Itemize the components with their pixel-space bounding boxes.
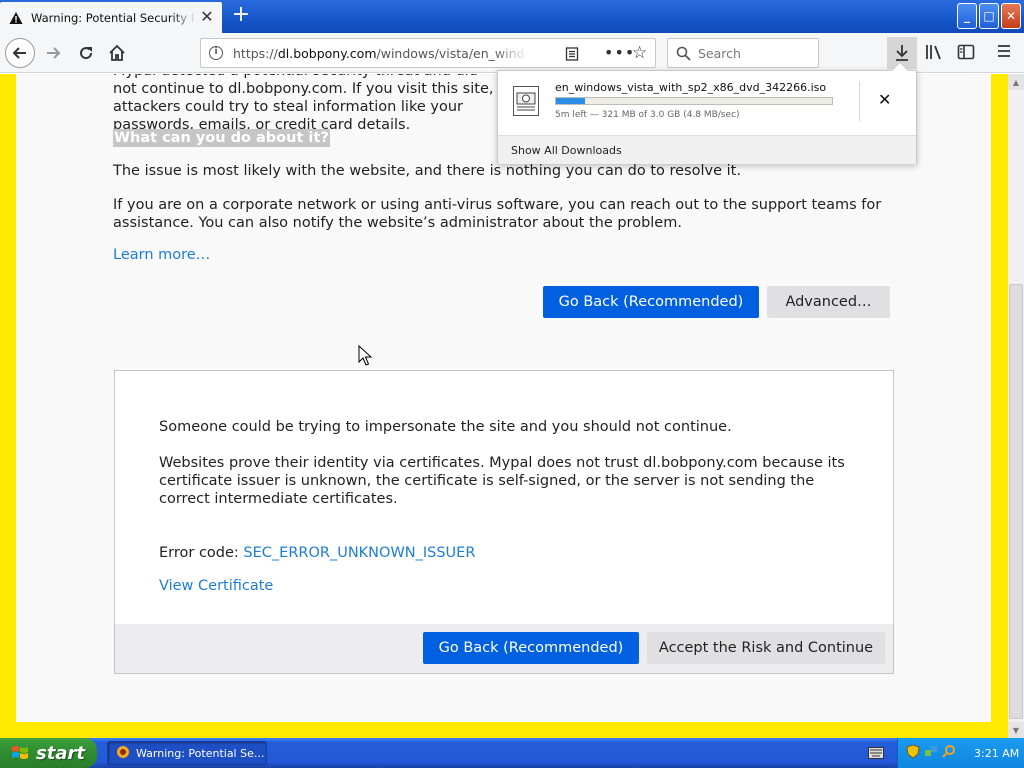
browser-app-icon — [116, 745, 130, 762]
disc-image-file-icon — [513, 86, 539, 116]
download-status: 5m left — 321 MB of 3.0 GB (4.8 MB/sec) — [555, 110, 740, 120]
download-progress-bar — [555, 97, 833, 105]
url-host: dl.bobpony.com — [277, 46, 377, 61]
home-button[interactable] — [103, 39, 131, 67]
advanced-panel-footer: Go Back (Recommended) Accept the Risk an… — [115, 624, 893, 673]
maximize-button[interactable]: □ — [979, 3, 999, 29]
warning-border-left — [0, 74, 16, 738]
network-icon[interactable] — [924, 744, 938, 762]
issue-text: The issue is most likely with the websit… — [113, 163, 741, 179]
new-tab-button[interactable]: + — [230, 4, 252, 26]
go-back-button-advanced[interactable]: Go Back (Recommended) — [423, 632, 639, 664]
keyboard-icon[interactable] — [868, 747, 884, 763]
page-actions-menu-icon[interactable]: ••• — [604, 43, 635, 62]
url-prefix: https:// — [233, 46, 278, 61]
reload-icon — [80, 47, 93, 60]
search-placeholder: Search — [698, 46, 741, 61]
windows-flag-icon — [12, 746, 28, 759]
search-icon — [676, 46, 691, 65]
mouse-cursor-icon — [358, 344, 373, 371]
start-label: start — [36, 742, 85, 764]
reload-button[interactable] — [72, 39, 100, 67]
url-path: /windows/vista/en_windows_vista — [376, 46, 528, 61]
close-button[interactable]: ✕ — [1001, 3, 1021, 29]
taskbar-window-button[interactable]: Warning: Potential Se... — [107, 741, 267, 765]
page-viewport: Mypal detected a potential security thre… — [0, 74, 1008, 738]
learn-more-link[interactable]: Learn more… — [113, 247, 210, 263]
minimize-button[interactable]: _ — [957, 3, 977, 29]
cancel-download-icon[interactable]: ✕ — [878, 90, 891, 109]
go-back-button[interactable]: Go Back (Recommended) — [543, 286, 759, 318]
advanced-button[interactable]: Advanced… — [767, 286, 890, 318]
impersonate-warning-text: Someone could be trying to impersonate t… — [159, 419, 732, 435]
intro-text: Mypal detected a potential security thre… — [113, 74, 494, 133]
site-info-icon[interactable]: i — [209, 46, 223, 60]
corporate-network-text: If you are on a corporate network or usi… — [113, 197, 882, 231]
system-tray: 3:21 AM — [897, 738, 1024, 768]
forward-button[interactable] — [39, 39, 67, 67]
back-button[interactable] — [5, 38, 35, 68]
search-bar[interactable]: Search — [667, 38, 819, 68]
magnifier-icon[interactable] — [942, 744, 956, 762]
security-shield-icon[interactable] — [906, 744, 920, 763]
error-code-link[interactable]: SEC_ERROR_UNKNOWN_ISSUER — [243, 545, 475, 561]
clock: 3:21 AM — [974, 746, 1020, 760]
certificate-explanation-text: Websites prove their identity via certif… — [159, 455, 845, 507]
tab-security-warning[interactable]: Warning: Potential Security Risk Ahead ✕ — [0, 2, 222, 33]
back-arrow-icon — [12, 47, 26, 59]
star-icon[interactable]: ☆ — [632, 43, 647, 63]
window-controls: _ □ ✕ — [957, 3, 1021, 29]
url-text[interactable]: https://dl.bobpony.com/windows/vista/en_… — [233, 46, 528, 61]
view-certificate-link[interactable]: View Certificate — [159, 577, 273, 595]
download-separator — [859, 81, 860, 121]
reader-view-icon[interactable] — [565, 47, 579, 65]
warning-border-right — [991, 74, 1008, 738]
show-all-downloads-button[interactable]: Show All Downloads — [498, 135, 916, 164]
forward-arrow-icon — [47, 47, 61, 59]
download-file-name[interactable]: en_windows_vista_with_sp2_x86_dvd_342266… — [555, 81, 826, 94]
error-code-label: Error code: — [159, 545, 244, 561]
taskbar-window-title: Warning: Potential Se... — [136, 746, 265, 760]
navigation-bar: i https://dl.bobpony.com/windows/vista/e… — [0, 33, 1024, 73]
warning-triangle-icon — [9, 11, 23, 25]
tab-title: Warning: Potential Security Risk Ahead — [31, 10, 196, 25]
taskbar: start Warning: Potential Se... 3:21 AM — [0, 738, 1024, 768]
sidebar-icon[interactable] — [957, 43, 975, 65]
scroll-up-button[interactable]: ▲ — [1008, 74, 1024, 90]
download-arrow-icon — [896, 45, 908, 61]
advanced-panel: Someone could be trying to impersonate t… — [114, 370, 894, 674]
home-icon — [109, 44, 125, 61]
start-button[interactable]: start — [0, 738, 97, 768]
warning-border-bottom — [0, 722, 1008, 738]
library-icon[interactable] — [925, 43, 943, 65]
scroll-down-button[interactable]: ▼ — [1008, 722, 1024, 738]
section-heading: What can you do about it? — [113, 129, 330, 147]
address-bar[interactable]: i https://dl.bobpony.com/windows/vista/e… — [200, 38, 656, 68]
vertical-scrollbar[interactable]: ▲ ▼ — [1008, 74, 1024, 738]
downloads-panel: en_windows_vista_with_sp2_x86_dvd_342266… — [497, 61, 917, 164]
download-progress-fill — [556, 98, 585, 104]
error-code-line: Error code: SEC_ERROR_UNKNOWN_ISSUER — [159, 544, 475, 562]
title-bar: Warning: Potential Security Risk Ahead ✕… — [0, 0, 1024, 33]
hamburger-menu-icon[interactable] — [996, 43, 1012, 63]
accept-risk-button[interactable]: Accept the Risk and Continue — [647, 632, 885, 664]
tab-close-icon[interactable]: ✕ — [200, 9, 214, 25]
scroll-thumb[interactable] — [1009, 284, 1023, 719]
